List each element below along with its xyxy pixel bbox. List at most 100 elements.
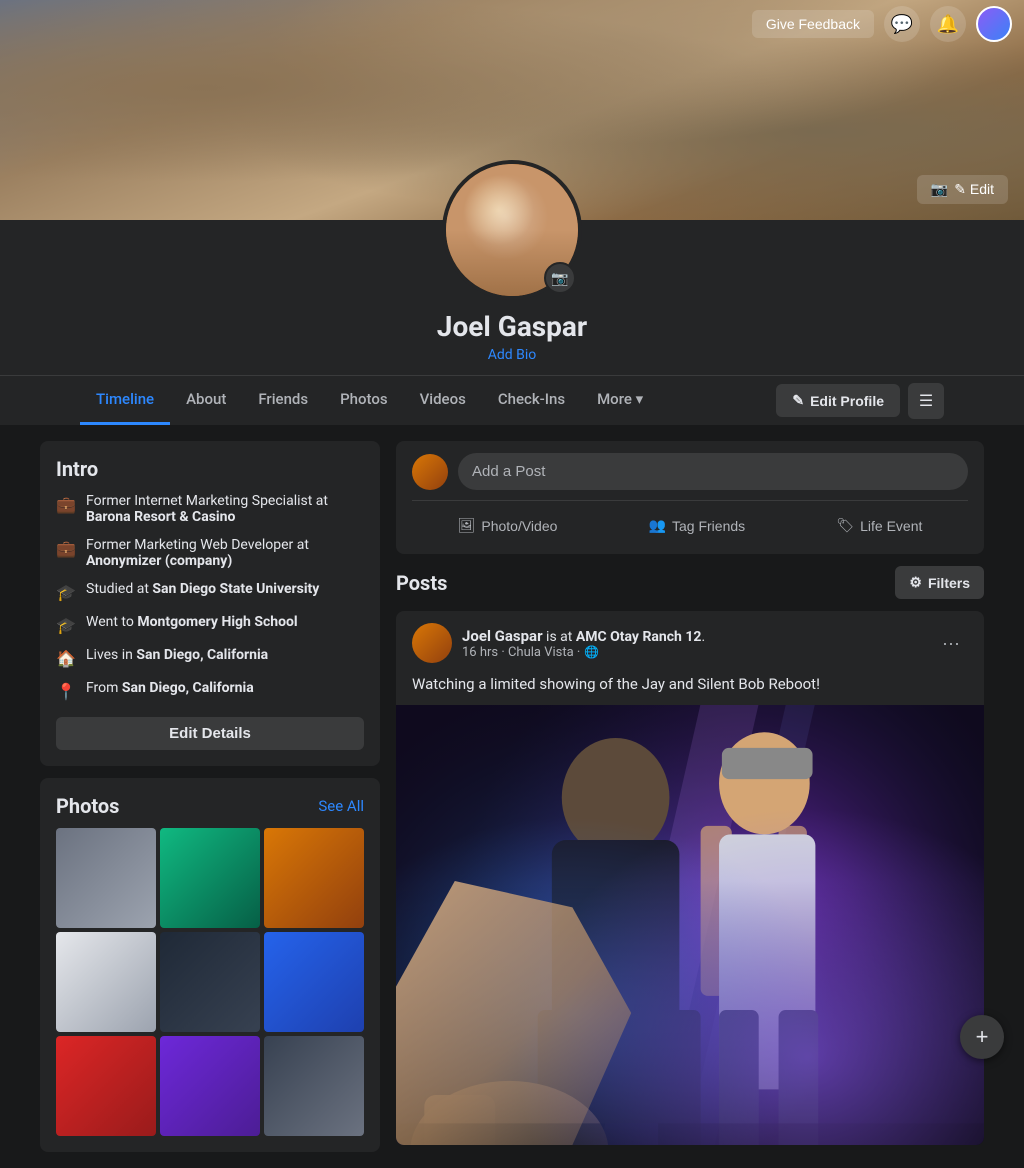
profile-section: 📷 Joel Gaspar Add Bio: [0, 220, 1024, 375]
user-avatar-top[interactable]: [976, 6, 1012, 42]
filters-button[interactable]: ⚙ Filters: [895, 566, 984, 599]
camera-icon-small: 📷: [551, 270, 568, 287]
school-1: San Diego State University: [152, 581, 319, 597]
post-author-avatar: [412, 623, 452, 663]
messenger-button[interactable]: 💬: [884, 6, 920, 42]
edit-details-button[interactable]: Edit Details: [56, 717, 364, 750]
tab-about[interactable]: About: [170, 376, 242, 425]
post-user-avatar: [412, 454, 448, 490]
post-meta: Joel Gaspar is at AMC Otay Ranch 12. 16 …: [462, 627, 924, 660]
tab-videos[interactable]: Videos: [404, 376, 482, 425]
photo-thumb-3[interactable]: [264, 828, 364, 928]
post-card: Joel Gaspar is at AMC Otay Ranch 12. 16 …: [396, 611, 984, 1145]
post-header: Joel Gaspar is at AMC Otay Ranch 12. 16 …: [396, 611, 984, 675]
briefcase-icon-1: 💼: [56, 494, 76, 514]
post-image-visual: [396, 705, 984, 1145]
life-event-icon: 🏷: [836, 517, 854, 534]
profile-avatar-wrapper: 📷: [442, 160, 582, 300]
photo-thumb-1[interactable]: [56, 828, 156, 928]
intro-item-from: 📍 From San Diego, California: [56, 680, 364, 701]
from-location: San Diego, California: [122, 680, 254, 696]
filters-label: Filters: [928, 575, 970, 591]
post-location[interactable]: AMC Otay Ranch 12: [576, 629, 702, 645]
main-content: Intro 💼 Former Internet Marketing Specia…: [0, 425, 1024, 1168]
add-post-card: Add a Post 🖼 Photo/Video 👥 Tag Friends 🏷…: [396, 441, 984, 554]
pin-icon: 📍: [56, 681, 76, 701]
intro-title: Intro: [56, 457, 364, 481]
more-dots-icon: ···: [942, 633, 960, 653]
intro-item-job1: 💼 Former Internet Marketing Specialist a…: [56, 493, 364, 525]
left-column: Intro 💼 Former Internet Marketing Specia…: [40, 441, 380, 1152]
nav-actions: ✎ Edit Profile ☰: [776, 383, 944, 419]
post-image[interactable]: [396, 705, 984, 1145]
tag-friends-label: Tag Friends: [672, 518, 745, 534]
post-is-at: is at: [546, 629, 576, 645]
avatar-camera-button[interactable]: 📷: [544, 262, 576, 294]
photo-video-button[interactable]: 🖼 Photo/Video: [446, 509, 570, 542]
company-2: Anonymizer (company): [86, 553, 232, 569]
life-event-button[interactable]: 🏷 Life Event: [824, 509, 934, 542]
post-text: Watching a limited showing of the Jay an…: [396, 675, 984, 705]
photo-thumb-5[interactable]: [160, 932, 260, 1032]
tab-timeline[interactable]: Timeline: [80, 376, 170, 425]
post-author-name[interactable]: Joel Gaspar: [462, 627, 543, 645]
tab-friends[interactable]: Friends: [242, 376, 324, 425]
menu-button[interactable]: ☰: [908, 383, 944, 419]
messenger-icon: 💬: [891, 14, 913, 35]
photo-thumb-7[interactable]: [56, 1036, 156, 1136]
post-more-button[interactable]: ···: [934, 629, 968, 658]
top-bar: Give Feedback 💬 🔔: [740, 0, 1024, 48]
photo-thumb-9[interactable]: [264, 1036, 364, 1136]
intro-card: Intro 💼 Former Internet Marketing Specia…: [40, 441, 380, 766]
add-post-button[interactable]: Add a Post: [458, 453, 968, 490]
right-column: Add a Post 🖼 Photo/Video 👥 Tag Friends 🏷…: [396, 441, 984, 1145]
hand-overlay: [396, 881, 690, 1145]
intro-item-edu2: 🎓 Went to Montgomery High School: [56, 614, 364, 635]
graduation-icon-2: 🎓: [56, 615, 76, 635]
edit-icon: ✎: [792, 392, 804, 409]
intro-item-edu1: 🎓 Studied at San Diego State University: [56, 581, 364, 602]
photos-grid: [56, 828, 364, 1136]
tag-friends-icon: 👥: [649, 517, 666, 534]
filters-icon: ⚙: [909, 574, 922, 591]
life-event-label: Life Event: [860, 518, 922, 534]
camera-icon: 📷: [931, 181, 948, 198]
post-period: .: [701, 629, 705, 645]
tag-friends-button[interactable]: 👥 Tag Friends: [637, 509, 758, 542]
photos-header: Photos See All: [56, 794, 364, 818]
post-time: 16 hrs · Chula Vista · 🌐: [462, 645, 924, 660]
photo-thumb-8[interactable]: [160, 1036, 260, 1136]
photo-video-label: Photo/Video: [481, 518, 557, 534]
add-bio-link[interactable]: Add Bio: [488, 347, 537, 363]
home-icon: 🏠: [56, 648, 76, 668]
graduation-icon-1: 🎓: [56, 582, 76, 602]
give-feedback-button[interactable]: Give Feedback: [752, 10, 874, 38]
see-all-link[interactable]: See All: [318, 797, 364, 815]
tab-more[interactable]: More ▾: [581, 376, 659, 425]
lives-location: San Diego, California: [136, 647, 268, 663]
post-timestamp: 16 hrs · Chula Vista ·: [462, 645, 580, 660]
edit-profile-button[interactable]: ✎ Edit Profile: [776, 384, 900, 417]
edit-profile-label: Edit Profile: [810, 393, 884, 409]
intro-item-lives: 🏠 Lives in San Diego, California: [56, 647, 364, 668]
photo-thumb-4[interactable]: [56, 932, 156, 1032]
nav-tabs: Timeline About Friends Photos Videos Che…: [0, 375, 1024, 425]
post-actions-row: 🖼 Photo/Video 👥 Tag Friends 🏷 Life Event: [412, 500, 968, 542]
posts-title: Posts: [396, 571, 447, 595]
intro-item-job2: 💼 Former Marketing Web Developer at Anon…: [56, 537, 364, 569]
notifications-button[interactable]: 🔔: [930, 6, 966, 42]
school-2: Montgomery High School: [137, 614, 297, 630]
photo-thumb-6[interactable]: [264, 932, 364, 1032]
photos-card: Photos See All: [40, 778, 380, 1152]
photo-thumb-2[interactable]: [160, 828, 260, 928]
add-post-row: Add a Post: [412, 453, 968, 490]
globe-icon: 🌐: [584, 645, 599, 659]
tab-checkins[interactable]: Check-Ins: [482, 376, 581, 425]
company-1: Barona Resort & Casino: [86, 509, 235, 525]
photo-video-icon: 🖼: [458, 517, 476, 534]
tab-photos[interactable]: Photos: [324, 376, 403, 425]
post-author-line: Joel Gaspar is at AMC Otay Ranch 12.: [462, 627, 924, 645]
notifications-icon: 🔔: [937, 14, 959, 35]
cover-edit-button[interactable]: 📷 ✎ Edit: [917, 175, 1008, 204]
fab-button[interactable]: +: [960, 1015, 1004, 1059]
